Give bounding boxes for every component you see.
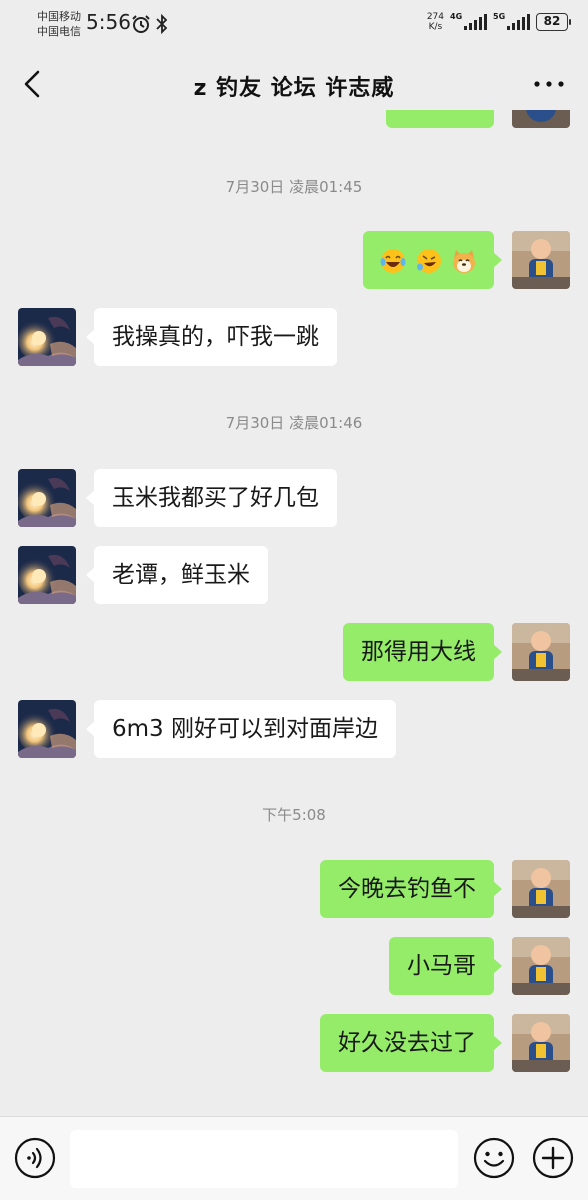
net-speed: 274 K/s [427, 12, 444, 32]
input-bar [0, 1116, 588, 1200]
my-avatar[interactable] [512, 623, 570, 681]
friend-avatar[interactable] [18, 546, 76, 604]
friend-avatar[interactable] [18, 700, 76, 758]
more-options-icon[interactable] [532, 74, 566, 94]
carrier-1: 中国移动 [37, 10, 81, 23]
bluetooth-icon [156, 14, 168, 34]
status-time: 5:56 [86, 10, 131, 34]
message-bubble-received[interactable]: 玉米我都买了好几包 [86, 469, 337, 527]
message-bubble-sent[interactable]: 那得用大线 [343, 623, 502, 681]
carrier-2: 中国电信 [37, 25, 81, 38]
voice-input-icon[interactable] [14, 1137, 56, 1179]
friend-avatar[interactable] [18, 469, 76, 527]
message-bubble-sent[interactable]: 好久没去过了 [320, 1014, 502, 1072]
message-bubble-sent-partial[interactable] [386, 110, 494, 128]
timestamp: 下午5:08 [262, 806, 326, 824]
more-functions-icon[interactable] [531, 1136, 575, 1180]
message-bubble-received[interactable]: 我操真的，吓我一跳 [86, 308, 337, 366]
signal-5g-icon: 5G [493, 12, 530, 30]
message-bubble-sent[interactable]: 今晚去钓鱼不 [320, 860, 502, 918]
my-avatar[interactable] [512, 1014, 570, 1072]
status-right: 274 K/s 4G 5G 82 [427, 12, 571, 32]
battery-icon: 82 [536, 13, 571, 31]
message-bubble-sent[interactable] [363, 231, 502, 289]
my-avatar[interactable] [512, 231, 570, 289]
my-avatar[interactable] [512, 110, 570, 128]
signal-4g-icon: 4G [450, 12, 487, 30]
rolling-laugh-emoji [416, 248, 441, 273]
timestamp: 7月30日 凌晨01:45 [225, 178, 363, 196]
my-avatar[interactable] [512, 937, 570, 995]
timestamp: 7月30日 凌晨01:46 [225, 414, 363, 432]
friend-avatar[interactable] [18, 308, 76, 366]
network-2-label: 5G [493, 12, 506, 21]
message-bubble-received[interactable]: 6m3 刚好可以到对面岸边 [86, 700, 396, 758]
message-input[interactable] [70, 1130, 458, 1188]
my-avatar[interactable] [512, 860, 570, 918]
message-list[interactable]: 7月30日 凌晨01:45 我操真的，吓我一跳 7月30日 凌晨01:46 玉米… [0, 110, 588, 1116]
net-speed-unit: K/s [428, 22, 443, 32]
status-bar: 中国移动 中国电信 5:56 274 K/s 4G 5G 82 [0, 0, 588, 48]
message-bubble-received[interactable]: 老谭，鲜玉米 [86, 546, 268, 604]
carrier-labels: 中国移动 中国电信 [37, 9, 81, 39]
net-speed-value: 274 [426, 12, 444, 22]
alarm-icon [132, 15, 150, 33]
dog-face-emoji [453, 249, 475, 273]
chat-title: z 钓友 论坛 许志威 [193, 76, 395, 101]
network-1-label: 4G [450, 12, 463, 21]
emoji-picker-icon[interactable] [472, 1136, 516, 1180]
laughing-tears-emoji [380, 248, 406, 273]
message-bubble-sent[interactable]: 小马哥 [389, 937, 502, 995]
